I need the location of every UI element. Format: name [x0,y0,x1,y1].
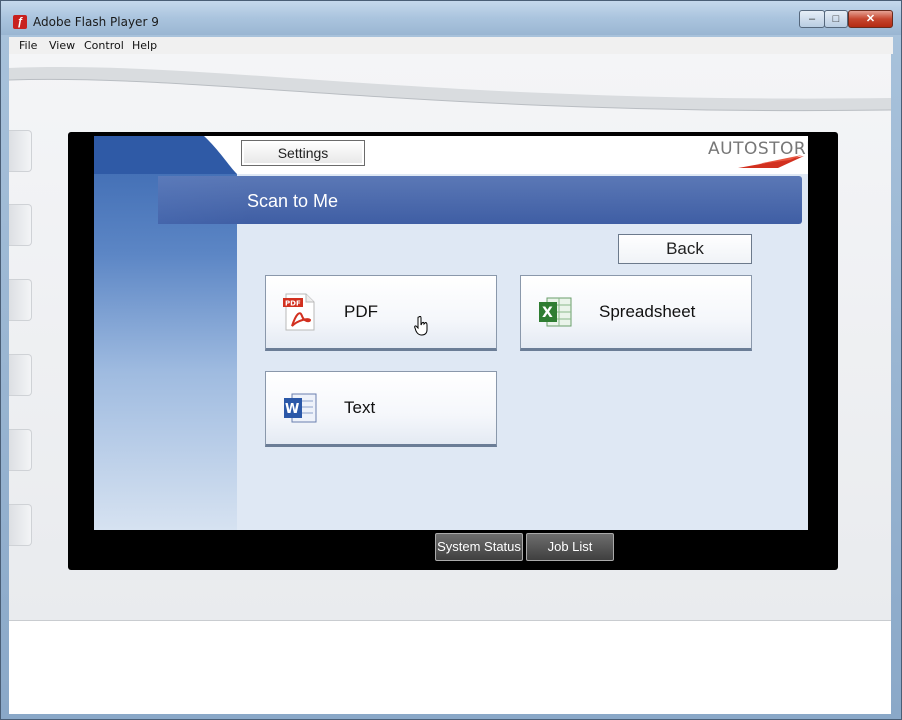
svg-text:PDF: PDF [285,300,301,308]
touch-screen-bezel: Settings AUTOSTORE Scan to Me Back PDF P… [68,132,838,570]
text-label: Text [344,398,376,417]
job-list-button[interactable]: Job List [526,533,614,561]
title-bar: ƒ Adobe Flash Player 9 – □ ✕ [1,1,901,35]
pdf-icon: PDF [283,293,315,331]
flash-content-area: Settings AUTOSTORE Scan to Me Back PDF P… [9,54,891,714]
menu-control[interactable]: Control [84,39,124,52]
page-title: Scan to Me [247,191,339,211]
hand-cursor-icon [414,316,428,336]
side-hardkey [9,130,32,172]
settings-button[interactable]: Settings [241,140,365,166]
pdf-label: PDF [344,302,378,321]
side-hardkey [9,429,32,471]
system-status-button[interactable]: System Status [435,533,523,561]
touch-screen: Settings AUTOSTORE Scan to Me Back PDF P… [94,136,808,530]
spreadsheet-button[interactable]: X Spreadsheet [520,275,752,351]
device-top-wave [9,67,891,112]
svg-text:W: W [285,402,299,417]
logo-swoosh-icon [738,155,804,168]
left-panel-curve [94,136,237,174]
side-hardkey [9,204,32,246]
side-hardkey [9,279,32,321]
header-bar-fade [158,176,248,224]
device-panel: Settings AUTOSTORE Scan to Me Back PDF P… [9,54,891,621]
pdf-button[interactable]: PDF PDF [265,275,497,351]
text-button[interactable]: W Text [265,371,497,447]
window-title: Adobe Flash Player 9 [33,15,159,29]
word-icon: W [284,393,317,423]
flash-player-icon: ƒ [13,15,27,29]
menu-bar: File View Control Help [9,37,893,54]
menu-help[interactable]: Help [132,39,157,52]
minimize-button[interactable]: – [799,10,825,28]
spreadsheet-label: Spreadsheet [599,302,696,321]
svg-text:X: X [542,305,553,321]
side-hardkey [9,504,32,546]
side-hardkey [9,354,32,396]
excel-icon: X [539,297,572,327]
close-button[interactable]: ✕ [848,10,893,28]
app-window: ƒ Adobe Flash Player 9 – □ ✕ File View C… [0,0,902,720]
back-button[interactable]: Back [618,234,752,264]
bottom-status-bar: System Status Job List [94,530,808,566]
maximize-button[interactable]: □ [824,10,848,28]
menu-file[interactable]: File [19,39,37,52]
autostore-logo: AUTOSTORE [708,136,808,172]
menu-view[interactable]: View [49,39,75,52]
